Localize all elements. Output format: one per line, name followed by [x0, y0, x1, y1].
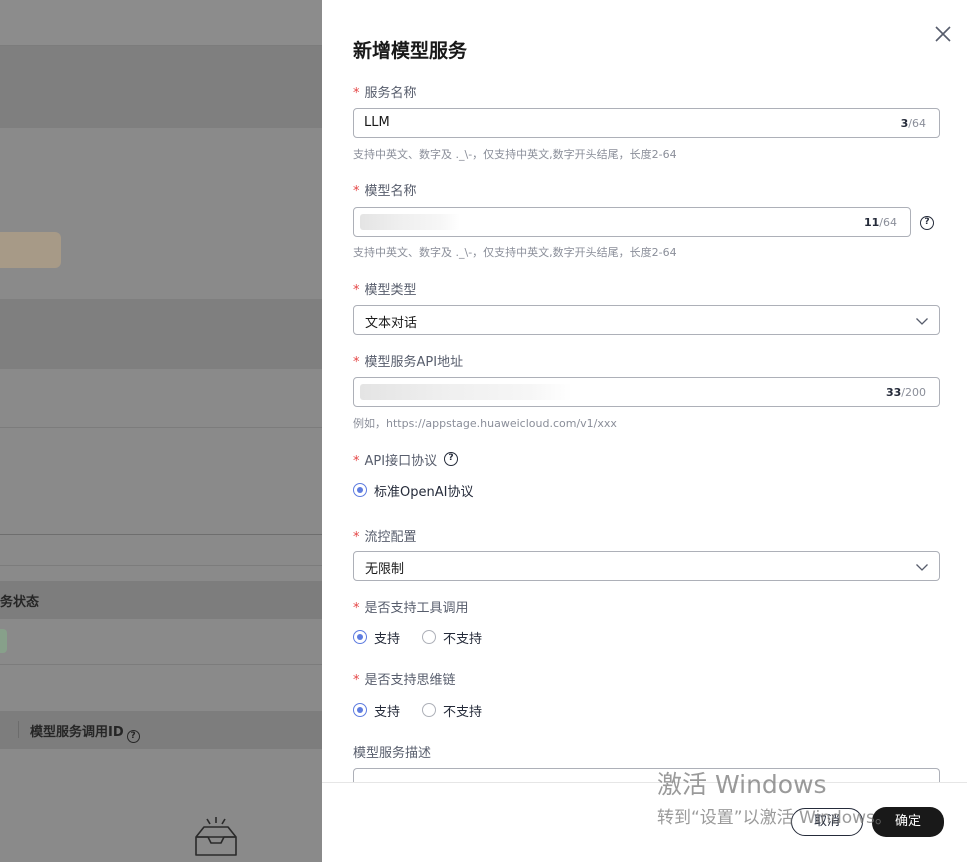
char-counter: 33/200 [885, 386, 926, 399]
model-name-label: * 模型名称 [353, 184, 417, 199]
redacted-value [360, 384, 572, 400]
rate-limit-select[interactable]: 无限制 [353, 551, 940, 581]
radio-cot-no[interactable]: 不支持 [422, 701, 482, 720]
radio-dot [353, 483, 367, 497]
bg-col-separator [18, 721, 19, 738]
rate-limit-label: * 流控配置 [353, 530, 417, 545]
protocol-radio-group: 标准OpenAI协议 [353, 481, 495, 500]
model-type-label: * 模型类型 [353, 283, 417, 298]
model-type-select[interactable]: 文本对话 [353, 305, 940, 335]
bg-col-call-id: 模型服务调用ID? [30, 721, 140, 743]
close-icon[interactable] [933, 24, 953, 44]
radio-dot [422, 703, 437, 717]
bg-toolbar-band [0, 46, 322, 128]
bg-section-band [0, 299, 322, 369]
radio-tool-call-no[interactable]: 不支持 [422, 628, 482, 647]
drawer-title: 新增模型服务 [353, 40, 468, 62]
radio-openai-protocol[interactable]: 标准OpenAI协议 [353, 481, 473, 500]
help-icon: ? [126, 730, 140, 743]
tool-call-label: * 是否支持工具调用 [353, 601, 469, 616]
model-name-input[interactable]: 11/64 [353, 207, 911, 237]
bg-orange-button [0, 232, 61, 268]
bg-divider [0, 534, 322, 535]
char-counter: 3/64 [900, 117, 926, 130]
bg-header-band [0, 0, 322, 46]
help-icon[interactable]: ? [444, 452, 458, 466]
radio-dot [422, 630, 437, 644]
bg-divider [0, 664, 322, 665]
api-url-input[interactable]: 33/200 [353, 377, 940, 407]
radio-dot [353, 703, 367, 717]
add-model-service-drawer: 新增模型服务 * 服务名称 LLM 3/64 支持中英文、数字及 ._\-，仅支持… [322, 0, 967, 862]
service-name-label: * 服务名称 [353, 86, 417, 101]
chain-of-thought-radio-group: 支持 不支持 [353, 701, 504, 720]
bg-divider [0, 427, 322, 428]
radio-dot [353, 630, 367, 644]
protocol-label: * API接口协议 [353, 454, 438, 469]
description-label: 模型服务描述 [353, 746, 432, 761]
api-url-hint: 例如，https://appstage.huaweicloud.com/v1/x… [353, 417, 617, 430]
chevron-down-icon [916, 564, 928, 571]
bg-divider [0, 565, 322, 566]
api-url-label: * 模型服务API地址 [353, 355, 464, 370]
redacted-value [360, 214, 460, 230]
bg-col-status: 务状态 [0, 595, 40, 610]
drawer-footer: 取消 确定 [322, 782, 967, 862]
tool-call-radio-group: 支持 不支持 [353, 628, 504, 647]
bg-table-header [0, 581, 322, 619]
radio-tool-call-yes[interactable]: 支持 [353, 628, 400, 647]
char-counter: 11/64 [863, 216, 897, 229]
empty-tray-icon [195, 817, 237, 856]
help-icon[interactable]: ? [920, 216, 934, 230]
service-name-hint: 支持中英文、数字及 ._\-，仅支持中英文,数字开头结尾，长度2-64 [353, 148, 677, 161]
background-page: 务状态 模型服务调用ID? [0, 0, 322, 862]
chain-of-thought-label: * 是否支持思维链 [353, 673, 456, 688]
cancel-button[interactable]: 取消 [791, 808, 863, 836]
radio-cot-yes[interactable]: 支持 [353, 701, 400, 720]
confirm-button[interactable]: 确定 [872, 807, 944, 837]
bg-status-tag [0, 629, 7, 653]
model-name-hint: 支持中英文、数字及 ._\-，仅支持中英文,数字开头结尾，长度2-64 [353, 246, 677, 259]
chevron-down-icon [916, 318, 928, 325]
service-name-input[interactable]: LLM 3/64 [353, 108, 940, 138]
